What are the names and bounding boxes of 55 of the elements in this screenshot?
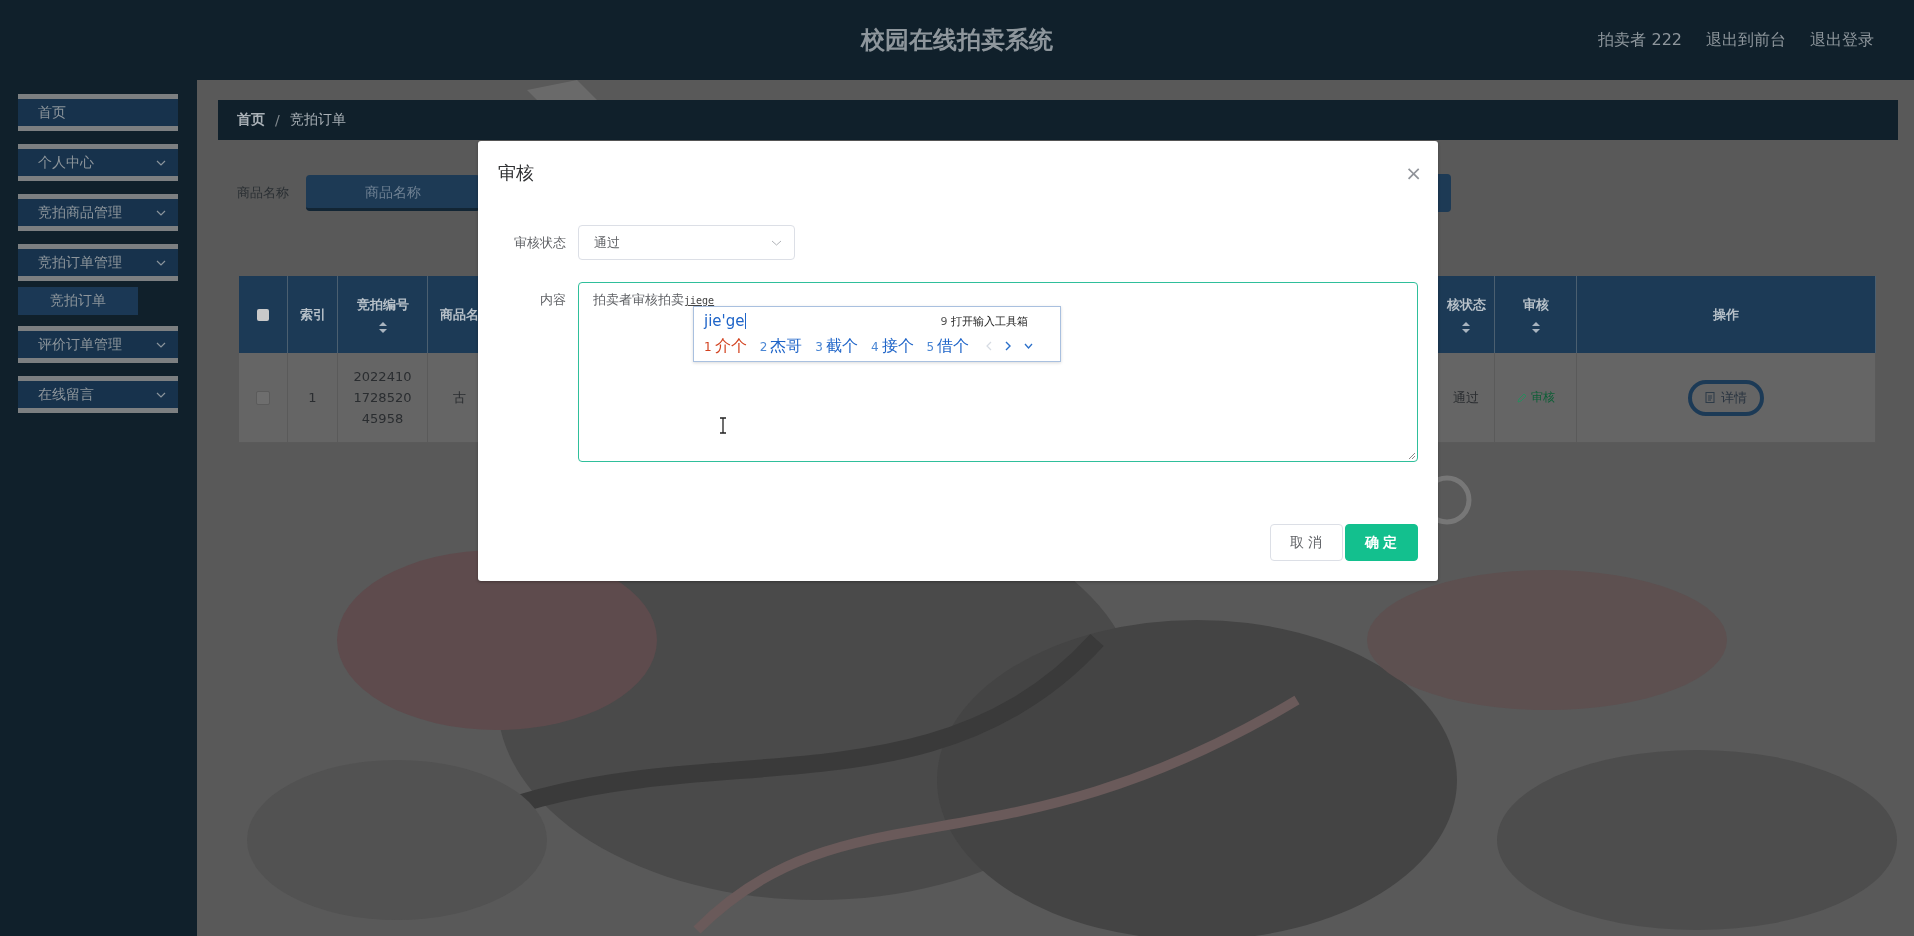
header-link[interactable]: 退出到前台 [1706,29,1786,51]
search-field[interactable]: 商品名称 [306,175,480,211]
dialog-title: 审核 [498,161,534,185]
field-label: 审核状态 [513,233,567,252]
sidebar-item[interactable]: 首页 [18,94,178,131]
sidebar-item[interactable]: 评价订单管理 [18,326,178,363]
column-header: 商品名 [439,305,479,324]
breadcrumb-link[interactable]: 竞拍订单 [289,111,346,129]
column-header[interactable]: 核状态 [1446,296,1486,314]
status-select[interactable]: 通过 [578,225,795,260]
sidebar-item[interactable]: 个人中心 [18,144,178,181]
next-page-icon[interactable] [1005,341,1012,351]
chevron-down-icon [771,239,782,246]
column-header[interactable]: 审核 [1522,296,1549,314]
close-button[interactable]: × [1405,161,1422,185]
ime-candidate[interactable]: 3 截个 [815,335,858,357]
column-header: 操作 [1713,305,1739,324]
field-label: 内容 [539,291,567,309]
sort-icon[interactable] [1531,322,1540,333]
chevron-down-icon [156,209,166,216]
resize-handle-icon[interactable] [1408,452,1416,460]
sort-icon[interactable] [1462,322,1470,333]
sidebar-subitem[interactable]: 竞拍订单 [18,287,138,315]
chevron-down-icon [156,159,166,166]
site-title: 校园在线拍卖系统 [861,25,1053,56]
header-link[interactable]: 退出登录 [1810,29,1874,51]
ime-toolbox-link[interactable]: 9 打开输入工具箱 [940,313,1028,329]
chevron-down-icon [156,341,166,348]
ime-candidate[interactable]: 5 借个 [926,335,970,357]
user-name: 拍卖者 222 [1598,29,1682,51]
ime-input-text: jie'ge [704,313,747,329]
table-cell: 通过 [1453,388,1479,407]
text-cursor-icon [719,417,727,434]
sidebar-item[interactable]: 竞拍商品管理 [18,194,178,231]
sidebar-item[interactable]: 竞拍订单管理 [18,244,178,281]
expand-icon[interactable] [1024,343,1034,349]
pencil-icon [1516,392,1527,403]
sort-icon[interactable] [378,322,387,333]
table-cell: 1 [308,390,317,405]
cancel-button[interactable]: 取消 [1270,524,1343,561]
table-cell: 古 [452,388,466,407]
document-icon [1705,392,1715,403]
chevron-down-icon [156,391,166,398]
table-cell-text: 2022410172852045958 [352,368,413,428]
sidebar-item[interactable]: 在线留言 [18,376,178,413]
breadcrumb-separator: / [275,112,280,128]
ime-candidate[interactable]: 4 接个 [870,335,914,357]
column-header: 索引 [299,305,326,324]
breadcrumb-link[interactable]: 首页 [237,111,265,129]
ime-candidate[interactable]: 1 介个 [704,335,747,357]
column-header[interactable]: 竞拍编号 [356,296,409,314]
select-all-checkbox[interactable] [257,308,269,321]
chevron-down-icon [156,259,166,266]
ime-candidate[interactable]: 2 杰哥 [759,335,803,357]
composition-text: jiege [684,295,715,306]
